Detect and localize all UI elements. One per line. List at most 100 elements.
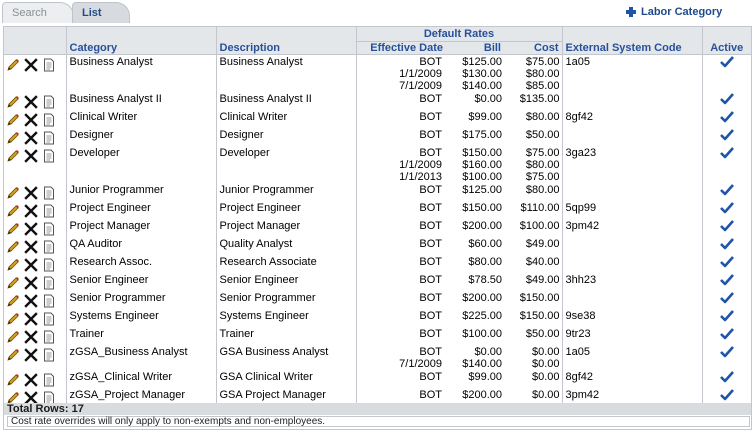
document-icon[interactable]: [42, 373, 56, 387]
rate-cost: $40.00: [525, 255, 560, 268]
document-icon[interactable]: [42, 330, 56, 344]
document-icon[interactable]: [42, 113, 56, 127]
external-code-header[interactable]: External System Code: [561, 27, 702, 55]
external-code-cell: [561, 290, 702, 309]
pencil-icon[interactable]: [6, 186, 20, 200]
checkmark-icon: [719, 273, 734, 286]
tab-search[interactable]: Search: [2, 2, 74, 23]
description-cell: Clinical Writer: [215, 109, 356, 128]
document-icon[interactable]: [42, 131, 56, 145]
document-icon[interactable]: [42, 258, 56, 272]
pencil-icon[interactable]: [6, 204, 20, 218]
bill-header[interactable]: Bill: [446, 41, 504, 55]
effective-date-cell: BOT: [355, 218, 446, 237]
rate-cost: $75.00: [525, 146, 560, 159]
rate-date: 1/1/2013: [399, 170, 442, 183]
delete-x-icon[interactable]: [24, 130, 38, 145]
effective-date-cell: BOT: [355, 91, 446, 110]
category-cell: Senior Engineer: [65, 272, 216, 291]
tab-list[interactable]: List: [72, 2, 130, 23]
external-code-cell: 3ga23: [561, 145, 702, 183]
rate-date: 1/1/2009: [399, 67, 442, 80]
delete-x-icon[interactable]: [24, 148, 38, 163]
rate-cost: $110.00: [520, 201, 560, 214]
rate-bill: $150.00: [462, 201, 502, 214]
document-icon[interactable]: [42, 222, 56, 236]
rate-bill: $99.00: [468, 110, 502, 123]
category-header[interactable]: Category: [65, 27, 216, 55]
table-row: Trainer Trainer BOT $100.00 $50.00 9tr23: [4, 326, 751, 345]
pencil-icon[interactable]: [6, 294, 20, 308]
pencil-icon[interactable]: [6, 348, 20, 362]
pencil-icon[interactable]: [6, 373, 20, 387]
delete-x-icon[interactable]: [24, 94, 38, 109]
rate-cost: $80.00: [525, 110, 560, 123]
external-code-cell: 1a05: [561, 54, 702, 92]
delete-x-icon[interactable]: [24, 57, 38, 72]
cost-header[interactable]: Cost: [504, 41, 562, 55]
pencil-icon[interactable]: [6, 131, 20, 145]
rate-date: BOT: [419, 201, 442, 214]
active-cell: [701, 236, 751, 255]
document-icon[interactable]: [42, 348, 56, 362]
checkmark-icon: [719, 183, 734, 196]
checkmark-icon: [719, 327, 734, 340]
pencil-icon[interactable]: [6, 330, 20, 344]
delete-x-icon[interactable]: [24, 112, 38, 127]
effective-date-cell: BOT 1/1/2009 7/1/2009: [355, 54, 446, 92]
checkmark-icon: [719, 146, 734, 159]
delete-x-icon[interactable]: [24, 347, 38, 362]
document-icon[interactable]: [42, 204, 56, 218]
pencil-icon[interactable]: [6, 149, 20, 163]
active-cell: [701, 145, 751, 183]
external-code-cell: 9se38: [561, 308, 702, 327]
cost-cell: $75.00 $80.00 $85.00: [504, 54, 562, 92]
pencil-icon[interactable]: [6, 240, 20, 254]
delete-x-icon[interactable]: [24, 275, 38, 290]
description-header[interactable]: Description: [215, 27, 356, 55]
category-cell: Business Analyst II: [65, 91, 216, 110]
rate-bill: $125.00: [462, 183, 502, 196]
rate-cost: $0.00: [531, 345, 560, 358]
active-cell: [701, 272, 751, 291]
delete-x-icon[interactable]: [24, 239, 38, 254]
delete-x-icon[interactable]: [24, 221, 38, 236]
checkmark-icon: [719, 255, 734, 268]
active-cell: [701, 182, 751, 201]
rate-date: BOT: [419, 273, 442, 286]
pencil-icon[interactable]: [6, 58, 20, 72]
delete-x-icon[interactable]: [24, 311, 38, 326]
external-code-cell: [561, 254, 702, 273]
active-header[interactable]: Active: [701, 27, 751, 55]
document-icon[interactable]: [42, 149, 56, 163]
document-icon[interactable]: [42, 58, 56, 72]
delete-x-icon[interactable]: [24, 203, 38, 218]
category-cell: Business Analyst: [65, 54, 216, 92]
delete-x-icon[interactable]: [24, 185, 38, 200]
delete-x-icon[interactable]: [24, 257, 38, 272]
pencil-icon[interactable]: [6, 95, 20, 109]
pencil-icon[interactable]: [6, 222, 20, 236]
document-icon[interactable]: [42, 186, 56, 200]
bill-cell: $60.00: [446, 237, 504, 255]
cost-cell: $135.00: [504, 92, 562, 110]
effective-date-header[interactable]: Effective Date: [355, 41, 446, 55]
delete-x-icon[interactable]: [24, 293, 38, 308]
pencil-icon[interactable]: [6, 312, 20, 326]
delete-x-icon[interactable]: [24, 372, 38, 387]
document-icon[interactable]: [42, 95, 56, 109]
pencil-icon[interactable]: [6, 276, 20, 290]
pencil-icon[interactable]: [6, 258, 20, 272]
checkmark-icon: [719, 201, 734, 214]
table-row: Business Analyst II Business Analyst II …: [4, 91, 751, 110]
pencil-icon[interactable]: [6, 113, 20, 127]
description-cell: GSA Clinical Writer: [215, 369, 356, 388]
delete-x-icon[interactable]: [24, 329, 38, 344]
document-icon[interactable]: [42, 240, 56, 254]
document-icon[interactable]: [42, 312, 56, 326]
document-icon[interactable]: [42, 294, 56, 308]
document-icon[interactable]: [42, 276, 56, 290]
rate-cost: $49.00: [525, 237, 560, 250]
add-labor-category-link[interactable]: Labor Category: [626, 5, 722, 19]
cost-cell: $40.00: [504, 255, 562, 273]
